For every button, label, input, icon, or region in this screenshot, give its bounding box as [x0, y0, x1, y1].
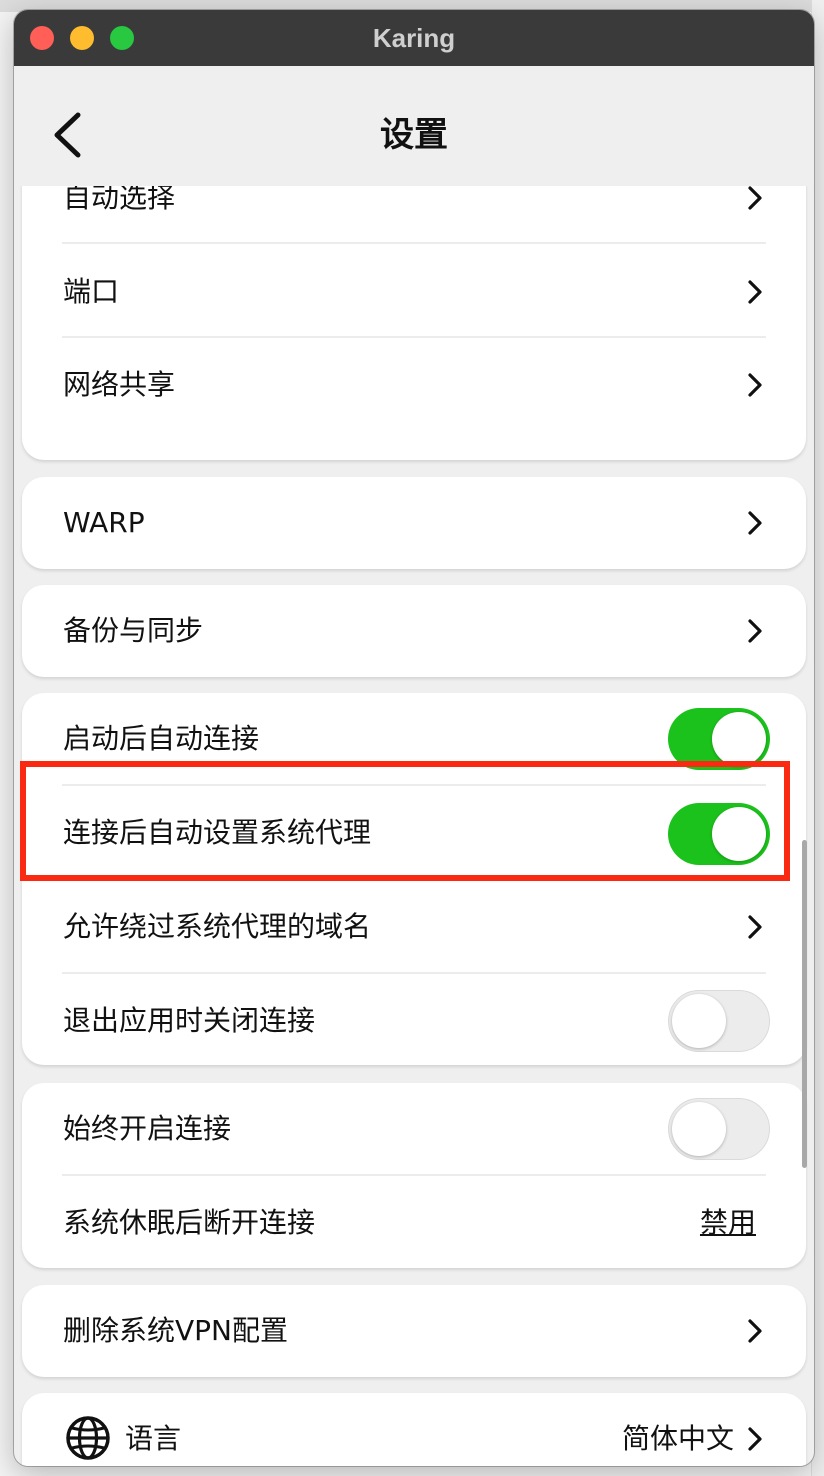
port-row[interactable]: 端口 — [22, 246, 806, 338]
divider — [62, 972, 766, 974]
chevron-right-icon — [748, 1427, 762, 1451]
bypass-domains-label: 允许绕过系统代理的域名 — [63, 910, 372, 943]
page-title: 设置 — [380, 115, 448, 155]
language-label: 语言 — [125, 1422, 182, 1455]
connection-card: 启动后自动连接 连接后自动设置系统代理 允许绕过系统代理的域名 退出应用时关闭连… — [22, 693, 806, 1065]
warp-row[interactable]: WARP — [22, 477, 806, 569]
scrollbar[interactable] — [802, 840, 807, 1168]
auto-connect-launch-row: 启动后自动连接 — [22, 693, 806, 785]
disconnect-on-sleep-row: 系统休眠后断开连接 禁用 — [22, 1177, 806, 1269]
page-header: 设置 — [14, 66, 814, 186]
backup-sync-row[interactable]: 备份与同步 — [22, 585, 806, 677]
divider — [62, 784, 766, 786]
language-card: 语言 简体中文 — [22, 1393, 806, 1466]
auto-system-proxy-toggle[interactable] — [668, 803, 770, 865]
toggle-knob — [672, 994, 726, 1048]
always-on-toggle[interactable] — [668, 1098, 770, 1160]
disconnect-on-sleep-label: 系统休眠后断开连接 — [63, 1206, 316, 1239]
backup-card: 备份与同步 — [22, 585, 806, 677]
window-title: Karing — [372, 23, 456, 53]
toggle-knob — [672, 1102, 726, 1156]
delete-vpn-config-row[interactable]: 删除系统VPN配置 — [22, 1285, 806, 1377]
auto-connect-launch-label: 启动后自动连接 — [63, 722, 260, 755]
chevron-right-icon — [748, 619, 762, 643]
network-sharing-row[interactable]: 网络共享 — [22, 339, 806, 431]
language-value: 简体中文 — [621, 1422, 734, 1455]
chevron-right-icon — [748, 1319, 762, 1343]
language-row[interactable]: 语言 简体中文 — [22, 1393, 806, 1466]
warp-card: WARP — [22, 477, 806, 569]
divider — [62, 336, 766, 338]
delete-vpn-config-label: 删除系统VPN配置 — [63, 1314, 288, 1347]
toggle-knob — [712, 712, 766, 766]
close-on-exit-label: 退出应用时关闭连接 — [63, 1004, 316, 1037]
auto-connect-launch-toggle[interactable] — [668, 708, 770, 770]
close-on-exit-row: 退出应用时关闭连接 — [22, 975, 806, 1067]
auto-select-row[interactable]: 自动选择 — [22, 186, 806, 244]
divider — [62, 1174, 766, 1176]
auto-system-proxy-label: 连接后自动设置系统代理 — [63, 816, 372, 849]
auto-select-label: 自动选择 — [63, 186, 176, 214]
backup-sync-label: 备份与同步 — [63, 614, 204, 647]
network-sharing-label: 网络共享 — [63, 368, 176, 401]
vpn-card: 删除系统VPN配置 — [22, 1285, 806, 1377]
chevron-right-icon — [748, 280, 762, 304]
title-bar: Karing — [14, 10, 814, 67]
karing-window: Karing 设置 自动选择 端口 网络共享 WARP 备份与同步 启动后自动连… — [14, 10, 814, 1466]
warp-label: WARP — [63, 506, 145, 539]
chevron-right-icon — [748, 915, 762, 939]
chevron-right-icon — [748, 511, 762, 535]
divider — [62, 878, 766, 880]
disconnect-on-sleep-value[interactable]: 禁用 — [700, 1177, 756, 1269]
port-label: 端口 — [63, 275, 120, 308]
chevron-right-icon — [748, 186, 762, 210]
network-card: 自动选择 端口 网络共享 — [22, 186, 806, 460]
chevron-right-icon — [748, 373, 762, 397]
always-on-card: 始终开启连接 系统休眠后断开连接 禁用 — [22, 1083, 806, 1268]
auto-system-proxy-row: 连接后自动设置系统代理 — [22, 787, 806, 879]
close-on-exit-toggle[interactable] — [668, 990, 770, 1052]
toggle-knob — [712, 807, 766, 861]
globe-icon — [66, 1416, 110, 1460]
always-on-label: 始终开启连接 — [63, 1112, 232, 1145]
always-on-row: 始终开启连接 — [22, 1083, 806, 1175]
bypass-domains-row[interactable]: 允许绕过系统代理的域名 — [22, 881, 806, 973]
divider — [62, 242, 766, 244]
settings-list: 自动选择 端口 网络共享 WARP 备份与同步 启动后自动连接 连接后自动设置系… — [14, 186, 814, 1466]
